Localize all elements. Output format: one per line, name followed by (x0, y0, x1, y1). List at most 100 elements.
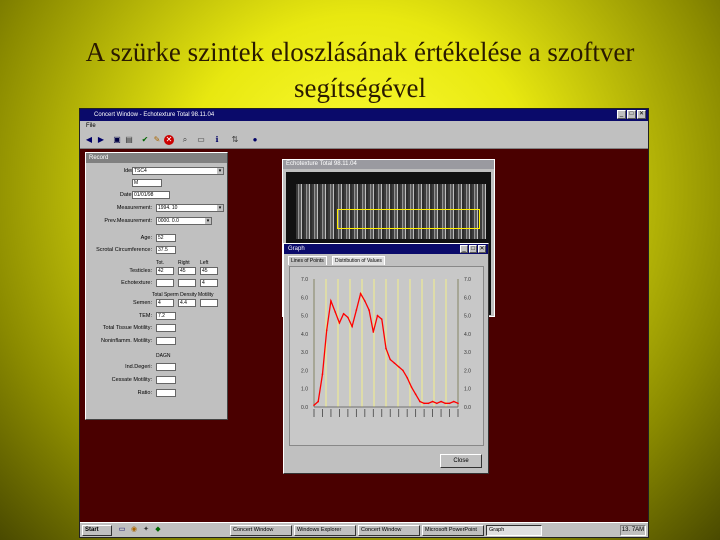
age-input[interactable]: 52 (156, 234, 176, 242)
semen-density-input[interactable]: 4 (156, 299, 174, 307)
echo-total-input[interactable] (156, 279, 174, 287)
task-concert-window-1[interactable]: Concert Window (230, 525, 292, 536)
semen-motility-input[interactable]: 4.4 (178, 299, 196, 307)
tab-distribution-of-values[interactable]: Distribution of Values (332, 256, 385, 265)
desktop-icon[interactable]: ▭ (118, 526, 126, 534)
data-point (410, 386, 413, 388)
graph-close-button[interactable]: Close (440, 454, 482, 468)
echo-right-input[interactable] (178, 279, 196, 287)
arrow-left-icon[interactable]: ◀ (84, 135, 94, 145)
maximize-button[interactable]: □ (627, 110, 636, 119)
graph-minimize-button[interactable]: _ (460, 245, 468, 253)
y-tick-label-right: 6.0 (464, 295, 471, 301)
data-point (355, 309, 358, 311)
field-semen: Semen: 4 4.4 (86, 299, 229, 308)
data-point (325, 329, 328, 331)
breed-input[interactable]: M (132, 179, 162, 187)
y-tick-label-left: 0.0 (301, 405, 308, 411)
noninflamm-motility-input[interactable] (156, 337, 176, 345)
x-tick-mark (389, 409, 391, 417)
task-concert-window-2[interactable]: Concert Window (358, 525, 420, 536)
graph-close-icon[interactable]: ✕ (478, 245, 486, 253)
field-noninflamm-motility: Noninflamm. Motility: (86, 337, 229, 346)
x-tick-mark (423, 409, 425, 417)
sort-icon[interactable]: ⇅ (230, 135, 240, 145)
x-tick-mark (381, 409, 383, 417)
task-graph[interactable]: Graph (486, 525, 542, 536)
tab-lines-of-points[interactable]: Lines of Points (288, 256, 327, 265)
x-tick-mark (372, 409, 374, 417)
x-tick-mark (355, 409, 357, 417)
x-tick-mark (364, 409, 366, 417)
x-tick-mark (313, 409, 315, 417)
field-tem: TEM: 7.2 (86, 312, 229, 321)
y-tick-label-left: 3.0 (301, 350, 308, 356)
x-tick-mark (339, 409, 340, 417)
data-point (338, 322, 341, 324)
arrow-right-icon[interactable]: ▶ (96, 135, 106, 145)
ratio-input[interactable] (156, 389, 176, 397)
tissue-motility-input[interactable] (156, 324, 176, 332)
x-tick-mark (398, 409, 400, 417)
start-button[interactable]: Start (82, 525, 112, 536)
tools-icon[interactable]: ✦ (142, 526, 150, 534)
testicles-left-input[interactable]: 45 (200, 267, 218, 275)
info-icon[interactable]: ℹ (212, 135, 222, 145)
field-ratio: Ratio: (86, 389, 229, 398)
semen-extra-input[interactable] (200, 299, 218, 307)
y-tick-label-left: 4.0 (301, 332, 308, 338)
prev-measurement-select[interactable]: 0000. 0.0 (156, 217, 212, 225)
delete-icon[interactable]: ✕ (164, 135, 174, 145)
y-tick-label-left: 2.0 (301, 368, 308, 374)
y-tick-label-left: 1.0 (301, 387, 308, 393)
camera-icon[interactable]: ▭ (196, 135, 206, 145)
graph-maximize-button[interactable]: □ (469, 245, 477, 253)
region-of-interest-box[interactable] (337, 209, 480, 229)
menu-file[interactable]: File (86, 123, 96, 129)
dna-heading: DAGN (156, 353, 171, 359)
y-tick-label-left: 5.0 (301, 314, 308, 320)
measurement-select[interactable]: 1994. 10 (156, 204, 224, 212)
data-point (380, 318, 383, 321)
explorer-icon[interactable]: ◉ (130, 526, 138, 534)
data-point (385, 347, 387, 350)
echo-left-input[interactable]: 4 (200, 279, 218, 287)
data-point (376, 314, 379, 317)
save-icon[interactable]: ▣ (112, 135, 122, 145)
graph-titlebar: Graph _ □ ✕ (284, 244, 488, 254)
x-tick-mark (440, 409, 442, 417)
tem-input[interactable]: 7.2 (156, 312, 176, 320)
testicles-right-input[interactable]: 45 (178, 267, 196, 275)
search-icon[interactable]: ⌕ (180, 135, 190, 145)
graph-window: Graph _ □ ✕ Lines of Points Distribution… (283, 243, 489, 474)
ind-degeri-input[interactable] (156, 363, 176, 371)
scrotal-input[interactable]: 37.5 (156, 246, 176, 254)
y-tick-label-right: 0.0 (464, 405, 471, 411)
col-head-right: Right (178, 260, 190, 266)
print-icon[interactable]: ▤ (124, 135, 134, 145)
clock: 13. 7AM (620, 525, 646, 536)
close-window-button[interactable]: ✕ (637, 110, 646, 119)
data-point (444, 402, 447, 405)
task-powerpoint[interactable]: Microsoft PowerPoint (422, 525, 484, 536)
data-point (427, 402, 430, 405)
check-icon[interactable]: ✔ (140, 135, 150, 145)
data-point (359, 292, 362, 295)
cessate-motility-input[interactable] (156, 376, 176, 384)
y-tick-label-right: 7.0 (464, 277, 471, 283)
y-tick-label-left: 7.0 (301, 277, 308, 283)
echotexture-title: Echotexture Total 98.11.04 (283, 160, 494, 169)
field-tissue-motility: Total Tissue Motility: (86, 324, 229, 333)
edit-icon[interactable]: ✎ (152, 135, 162, 145)
testicles-total-input[interactable]: 42 (156, 267, 174, 275)
field-cessate-motility: Cessate Motility: (86, 376, 229, 385)
dob-input[interactable]: 01/01/98 (132, 191, 170, 199)
task-explorer[interactable]: Windows Explorer (294, 525, 356, 536)
help-icon[interactable]: ● (250, 135, 260, 145)
data-point (321, 373, 324, 375)
minimize-button[interactable]: _ (617, 110, 626, 119)
ident-code-select[interactable]: TSC4 (132, 167, 224, 175)
data-point (372, 331, 375, 333)
speaker-icon[interactable]: ◆ (154, 526, 162, 534)
distribution-chart: 0.0 0.0 1.0 1.0 2.0 2.0 3.0 3.0 4.0 4.0 5.0 5.0 6.0 6… (301, 277, 471, 417)
